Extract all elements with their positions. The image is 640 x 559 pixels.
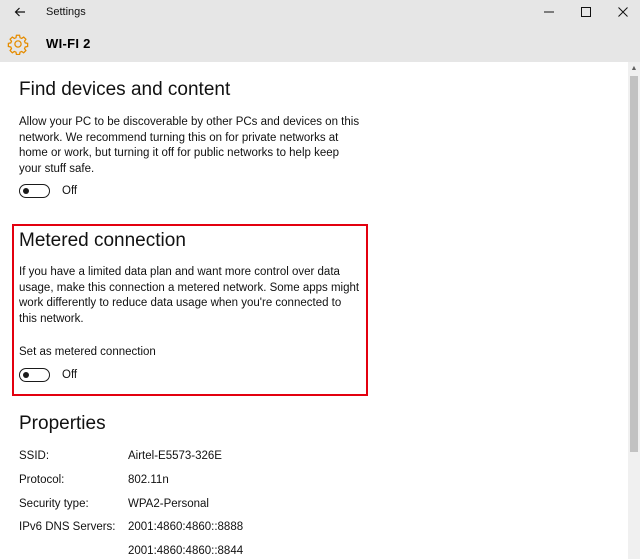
title-bar: Settings bbox=[0, 0, 640, 24]
scroll-up-arrow-icon[interactable]: ▲ bbox=[628, 62, 640, 74]
find-devices-description: Allow your PC to be discoverable by othe… bbox=[19, 116, 360, 175]
metered-toggle-state: Off bbox=[62, 369, 78, 381]
page-header: WI-FI 2 bbox=[0, 24, 640, 62]
property-label-ssid: SSID: bbox=[19, 450, 50, 462]
find-devices-toggle-state: Off bbox=[62, 185, 78, 197]
maximize-icon bbox=[581, 7, 591, 17]
property-value-ipv6-dns-1: 2001:4860:4860::8888 bbox=[128, 521, 244, 533]
app-title: Settings bbox=[46, 6, 86, 18]
vertical-scrollbar[interactable]: ▲ bbox=[628, 62, 640, 559]
property-value-security-type: WPA2-Personal bbox=[128, 498, 209, 510]
back-button[interactable] bbox=[9, 2, 31, 22]
toggle-knob bbox=[23, 371, 29, 378]
property-label-ipv6-dns: IPv6 DNS Servers: bbox=[19, 521, 116, 533]
metered-toggle[interactable] bbox=[19, 368, 50, 382]
property-label-security-type: Security type: bbox=[19, 498, 89, 510]
back-arrow-icon bbox=[14, 7, 25, 17]
property-label-protocol: Protocol: bbox=[19, 474, 65, 486]
find-devices-toggle[interactable] bbox=[19, 184, 50, 198]
minimize-button[interactable] bbox=[532, 0, 566, 24]
toggle-knob bbox=[23, 187, 29, 194]
find-devices-heading: Find devices and content bbox=[19, 79, 231, 100]
maximize-button[interactable] bbox=[569, 0, 603, 24]
page-title: WI-FI 2 bbox=[46, 36, 91, 51]
close-icon bbox=[618, 7, 628, 17]
gear-icon bbox=[7, 34, 29, 55]
scrollbar-thumb[interactable] bbox=[630, 76, 638, 452]
close-button[interactable] bbox=[606, 0, 640, 24]
metered-heading: Metered connection bbox=[19, 230, 186, 251]
metered-setting-label: Set as metered connection bbox=[19, 346, 156, 358]
properties-heading: Properties bbox=[19, 413, 106, 434]
property-value-protocol: 802.11n bbox=[128, 474, 169, 486]
property-value-ssid: Airtel-E5573-326E bbox=[128, 450, 222, 462]
minimize-icon bbox=[544, 11, 554, 13]
settings-content: Find devices and content Allow your PC t… bbox=[0, 62, 628, 559]
metered-description: If you have a limited data plan and want… bbox=[19, 266, 360, 325]
property-value-ipv6-dns-2: 2001:4860:4860::8844 bbox=[128, 545, 244, 557]
